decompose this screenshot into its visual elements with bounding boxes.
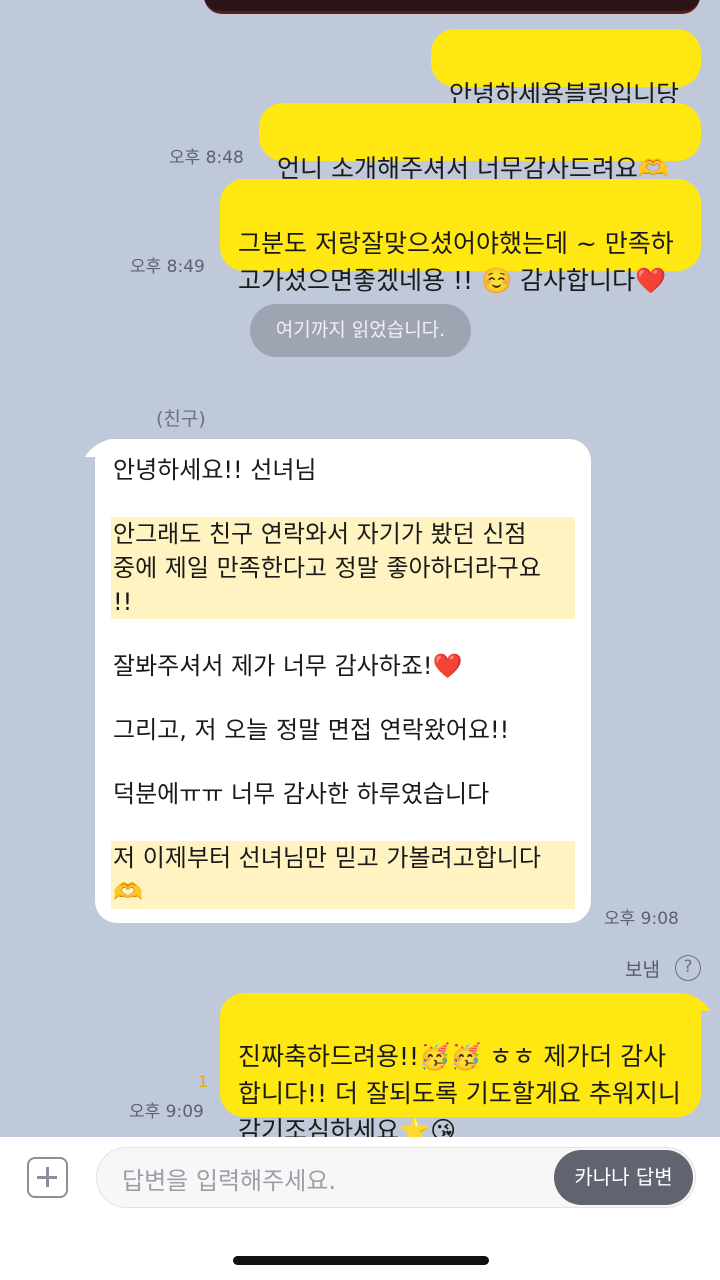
question-circle-icon[interactable]: ? [675, 955, 701, 981]
plus-icon[interactable] [27, 1157, 68, 1198]
sent-message-hope[interactable]: 그분도 저랑잘맞으셨어야했는데 ~ 만족하 고가셨으면좋겠네용 !! ☺️ 감사… [220, 179, 701, 295]
received-message[interactable]: 안녕하세요!! 선녀님 안그래도 친구 연락와서 자기가 봤던 신점 중에 제일… [95, 439, 591, 923]
read-marker: 여기까지 읽었습니다. [250, 304, 471, 357]
reply-placeholder: 답변을 입력해주세요. [122, 1167, 336, 1195]
highlighted-paragraph: 안그래도 친구 연락와서 자기가 봤던 신점 중에 제일 만족한다고 정말 좋아… [111, 517, 575, 619]
sent-message-reply[interactable]: 진짜축하드려용!!🥳🥳 ㅎㅎ 제가더 감사 합니다!! 더 잘되도록 기도할게요… [220, 993, 701, 1137]
message-time: 오후 8:49 [130, 257, 205, 277]
message-time: 오후 9:09 [129, 1102, 204, 1122]
previous-media-message[interactable] [204, 0, 700, 14]
message-time: 오후 8:48 [169, 148, 244, 168]
message-paragraph: 그리고, 저 오늘 정말 면접 연락왔어요!! [113, 716, 510, 744]
message-text: 진짜축하드려용!!🥳🥳 ㅎㅎ 제가더 감사 합니다!! 더 잘되도록 기도할게요… [238, 1042, 681, 1137]
sent-message-greeting[interactable]: 안녕하세용블링입니당 [431, 29, 701, 109]
message-paragraph: 덕분에ㅠㅠ 너무 감사한 하루였습니다 [113, 780, 490, 808]
sent-message-thanks[interactable]: 언니 소개해주셔서 너무감사드려요🫶 [259, 103, 701, 183]
sender-name: (친구) [156, 408, 206, 430]
message-paragraph: 안녕하세요!! 선녀님 [113, 456, 317, 484]
message-time: 오후 9:08 [604, 909, 679, 929]
chat-area[interactable]: 안녕하세용블링입니당 언니 소개해주셔서 너무감사드려요🫶 오후 8:48 그분… [0, 0, 720, 1137]
home-indicator [233, 1256, 489, 1265]
sent-label: 보냄 [625, 959, 660, 981]
message-paragraph: 잘봐주셔서 제가 너무 감사하죠!❤️ [113, 652, 463, 680]
message-text: 그분도 저랑잘맞으셨어야했는데 ~ 만족하 고가셨으면좋겠네용 !! ☺️ 감사… [238, 229, 674, 295]
highlighted-paragraph: 저 이제부터 선녀님만 믿고 가볼려고합니다 🫶 [111, 841, 575, 909]
kanana-reply-button[interactable]: 카나나 답변 [554, 1150, 693, 1205]
unread-count: 1 [198, 1072, 209, 1091]
